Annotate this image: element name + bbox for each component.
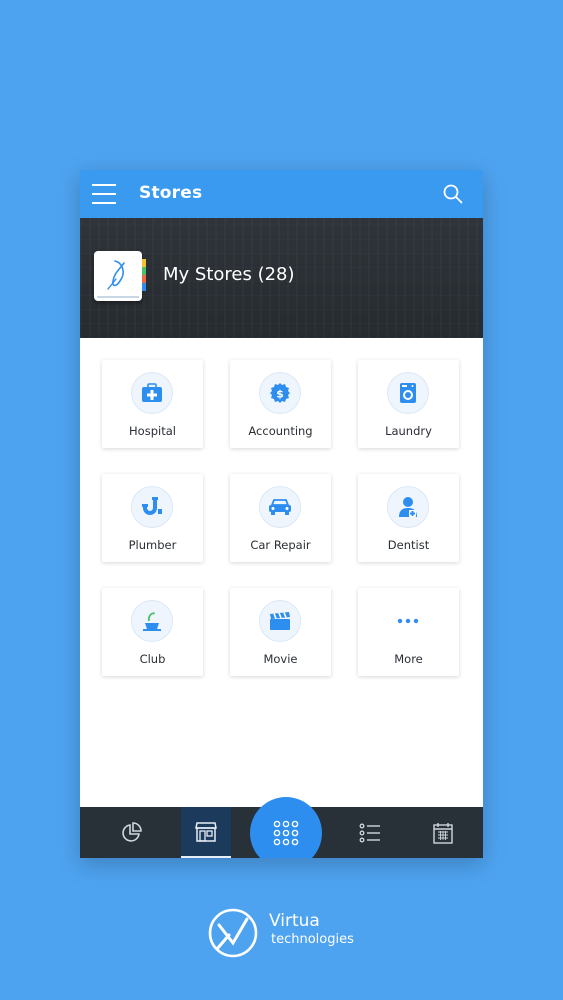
category-label: Laundry	[385, 424, 432, 438]
category-tile-car-repair[interactable]: Car Repair	[230, 474, 331, 562]
store-icon	[195, 821, 217, 842]
hospital-icon	[142, 383, 162, 402]
clapperboard-icon	[270, 612, 290, 630]
category-tile-hospital[interactable]: Hospital	[102, 360, 203, 448]
stores-notebook-icon	[94, 251, 146, 301]
svg-text:$: $	[276, 388, 284, 401]
category-tile-movie[interactable]: Movie	[230, 588, 331, 676]
brand-tagline: technologies	[271, 932, 354, 947]
category-tile-more[interactable]: More	[358, 588, 459, 676]
nav-item-list[interactable]	[345, 807, 395, 858]
calendar-icon	[433, 822, 453, 844]
hamburger-menu-icon[interactable]	[92, 184, 116, 204]
apps-grid-icon	[273, 820, 299, 846]
page-title: Stores	[139, 183, 203, 203]
stores-banner: My Stores (28)	[80, 218, 483, 338]
list-icon	[359, 823, 380, 842]
banner-title: My Stores (28)	[163, 264, 295, 285]
dentist-icon	[399, 497, 417, 517]
washing-machine-icon	[400, 383, 416, 403]
category-tile-laundry[interactable]: Laundry	[358, 360, 459, 448]
category-label: Dentist	[387, 538, 430, 552]
more-dots-icon	[397, 618, 419, 624]
category-tile-accounting[interactable]: $ Accounting	[230, 360, 331, 448]
category-label: Hospital	[129, 424, 176, 438]
category-label: Car Repair	[250, 538, 311, 552]
category-label: Accounting	[248, 424, 313, 438]
app-window: Stores My Stores (28) Hospital $ Account…	[80, 170, 483, 858]
category-label: More	[394, 652, 423, 666]
category-tile-dentist[interactable]: Dentist	[358, 474, 459, 562]
dollar-icon: $	[270, 383, 290, 403]
nav-item-dashboard[interactable]	[106, 807, 156, 858]
nav-item-calendar[interactable]	[418, 807, 468, 858]
car-icon	[269, 499, 291, 515]
nav-item-stores[interactable]	[181, 807, 231, 858]
cocktail-icon	[143, 612, 161, 631]
category-label: Movie	[263, 652, 298, 666]
top-app-bar: Stores	[80, 170, 483, 218]
brand-name: Virtua	[269, 911, 320, 931]
pipe-icon	[142, 497, 162, 515]
brand-logo: Virtua technologies	[207, 907, 362, 961]
virtua-logo-icon	[208, 908, 258, 958]
category-tile-plumber[interactable]: Plumber	[102, 474, 203, 562]
category-label: Club	[139, 652, 166, 666]
category-label: Plumber	[128, 538, 177, 552]
pie-chart-icon	[122, 821, 142, 842]
search-icon[interactable]	[443, 184, 463, 204]
category-tile-club[interactable]: Club	[102, 588, 203, 676]
